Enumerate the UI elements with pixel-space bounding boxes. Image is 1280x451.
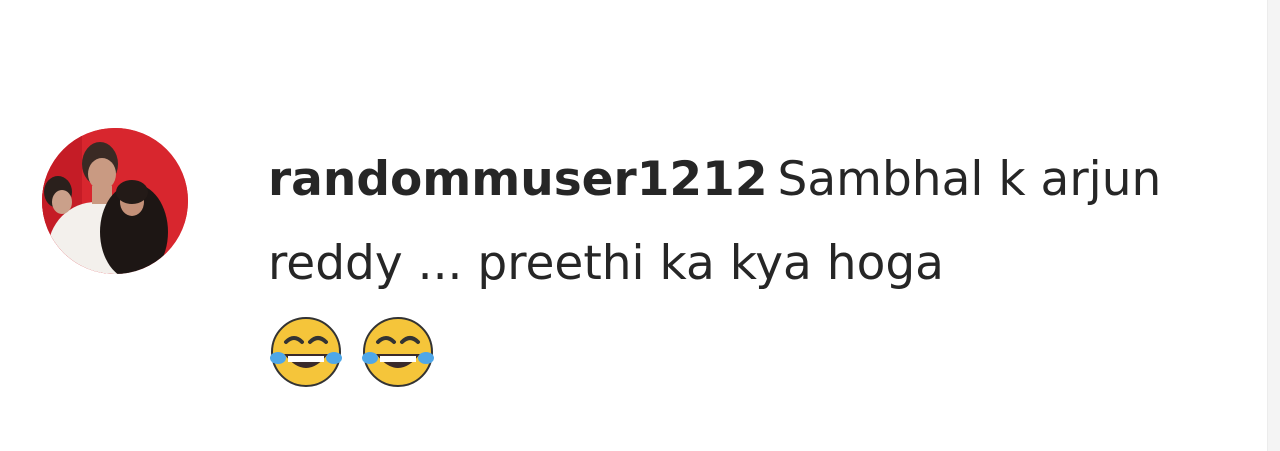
avatar[interactable]: [42, 128, 188, 274]
scrollbar[interactable]: [1267, 0, 1280, 451]
avatar-photo: [42, 128, 188, 274]
comments-panel: randommuser1212 Sambhal k arjun reddy ...…: [0, 0, 1280, 451]
comment-meta-fragment: [330, 432, 341, 451]
comment-username[interactable]: randommuser1212: [268, 152, 768, 207]
comment-body: randommuser1212 Sambhal k arjun reddy ...…: [268, 138, 1228, 390]
comment-emoji-row: [268, 314, 1228, 390]
previous-comment-meta-fragment: [270, 0, 282, 16]
face-with-tears-of-joy-icon: [270, 317, 342, 387]
previous-comment-meta-row: [270, 0, 282, 16]
comment-meta-row: [330, 432, 341, 451]
face-with-tears-of-joy-icon: [362, 317, 434, 387]
